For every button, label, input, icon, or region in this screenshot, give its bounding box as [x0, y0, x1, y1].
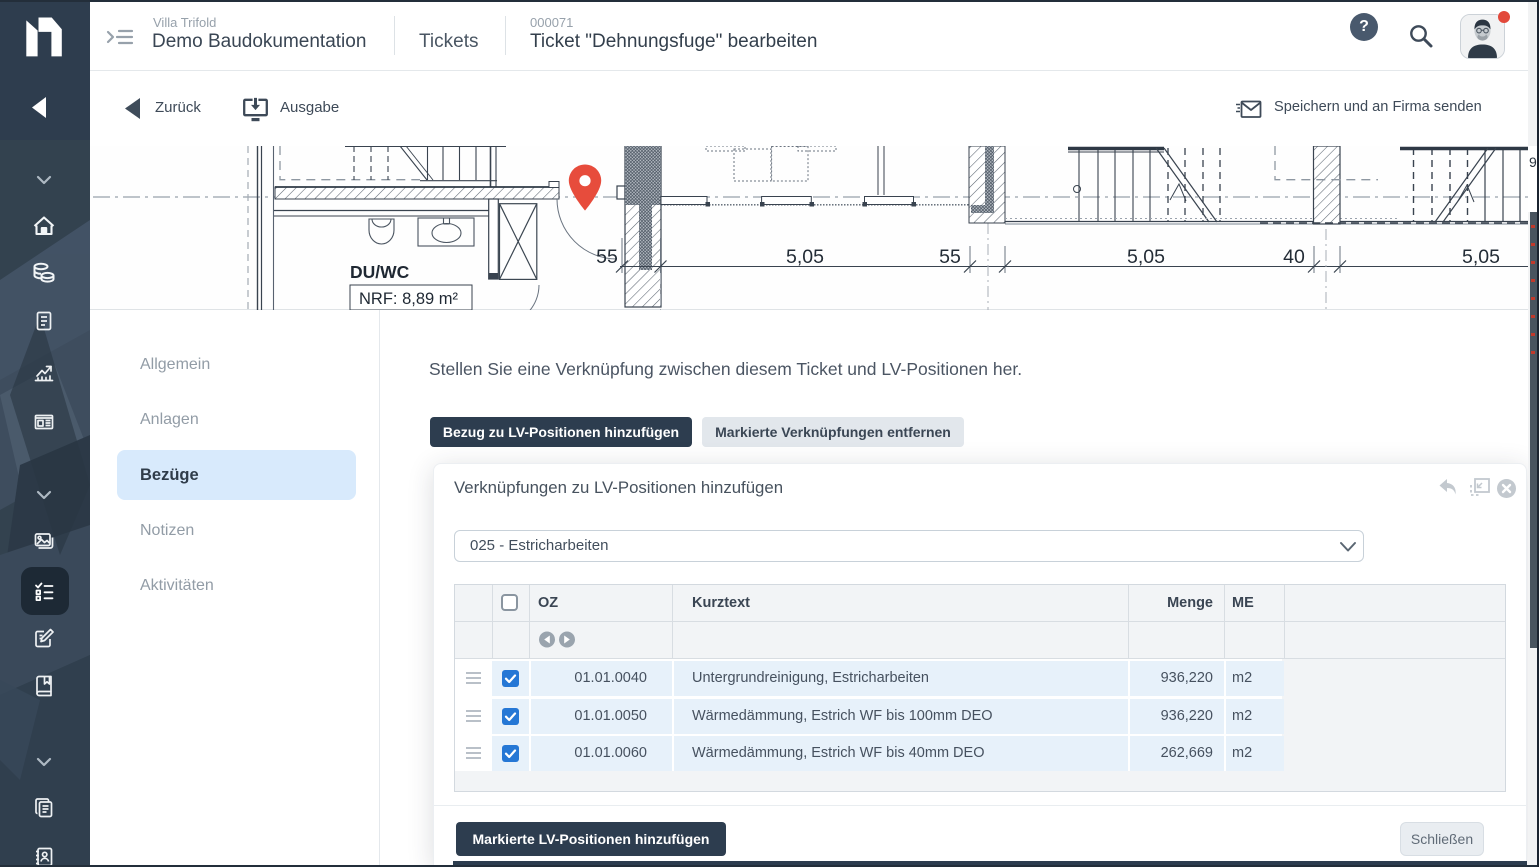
svg-text:55: 55: [596, 246, 618, 268]
svg-text:40: 40: [1283, 246, 1305, 268]
svg-text:DU/WC: DU/WC: [350, 262, 410, 282]
svg-text:5,05: 5,05: [1462, 246, 1500, 268]
svg-text:5,05: 5,05: [1127, 246, 1165, 268]
svg-text:55: 55: [939, 246, 961, 268]
svg-text:5,05: 5,05: [786, 246, 824, 268]
svg-text:NRF: 8,89 m²: NRF: 8,89 m²: [359, 290, 459, 308]
